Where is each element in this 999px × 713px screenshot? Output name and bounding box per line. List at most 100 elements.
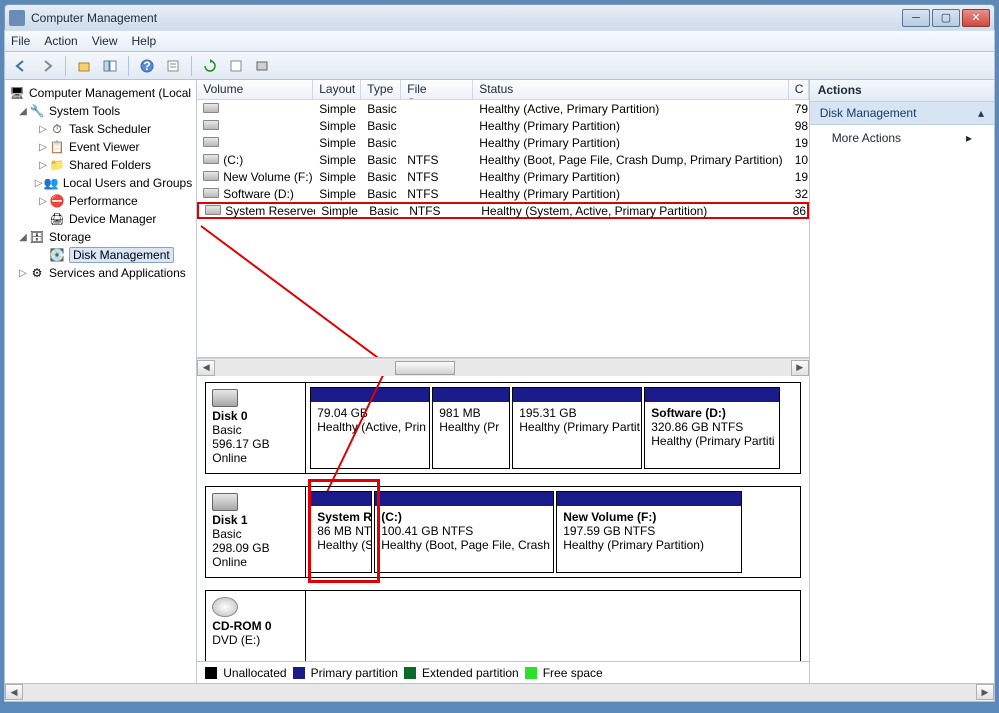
scroll-right-icon[interactable]: ▶ [791, 360, 809, 376]
partition[interactable]: Software (D:)320.86 GB NTFSHealthy (Prim… [644, 387, 780, 469]
maximize-button[interactable]: ▢ [932, 9, 960, 27]
tree-root[interactable]: 🖥Computer Management (Local [5, 84, 196, 102]
expand-icon[interactable]: ▷ [33, 178, 43, 189]
disk-icon: 💽 [49, 247, 65, 263]
menu-view[interactable]: View [92, 34, 118, 48]
users-icon: 👥 [44, 175, 59, 191]
scroll-track[interactable] [215, 360, 790, 376]
forward-button[interactable] [37, 56, 57, 76]
tools-icon: 🔧 [29, 103, 45, 119]
disk-row-cdrom[interactable]: CD-ROM 0 DVD (E:) No Media [205, 590, 800, 661]
scroll-left-icon[interactable]: ◀ [197, 360, 215, 376]
expand-icon[interactable]: ▷ [37, 124, 49, 135]
computer-icon: 🖥 [9, 85, 25, 101]
center-panel: Volume Layout Type File System Status C … [197, 80, 809, 683]
tree-storage[interactable]: ◢🗄Storage [5, 228, 196, 246]
volume-icon [203, 154, 219, 164]
volume-icon [203, 103, 219, 113]
clock-icon: ⏱ [49, 121, 65, 137]
scroll-track[interactable] [23, 684, 976, 701]
scroll-right-icon[interactable]: ▶ [976, 684, 994, 700]
legend-free: Free space [543, 666, 603, 680]
folder-icon: 📁 [49, 157, 65, 173]
volume-row[interactable]: SimpleBasicHealthy (Primary Partition)19 [197, 134, 808, 151]
volume-row[interactable]: System ReservedSimpleBasicNTFSHealthy (S… [197, 202, 808, 219]
tree-performance[interactable]: ▷⛔Performance [5, 192, 196, 210]
up-button[interactable] [74, 56, 94, 76]
minimize-button[interactable]: ─ [902, 9, 930, 27]
tree-task-scheduler[interactable]: ▷⏱Task Scheduler [5, 120, 196, 138]
refresh-button[interactable] [200, 56, 220, 76]
cdrom-icon [212, 597, 238, 617]
scroll-left-icon[interactable]: ◀ [5, 684, 23, 700]
tree-system-tools[interactable]: ◢🔧System Tools [5, 102, 196, 120]
properties-button[interactable] [163, 56, 183, 76]
disk-graphical-area: System partition Disk 0 Basic 596.17 GB … [197, 376, 808, 661]
list-button[interactable] [226, 56, 246, 76]
legend: Unallocated Primary partition Extended p… [197, 661, 808, 683]
show-hide-tree-button[interactable] [100, 56, 120, 76]
actions-more[interactable]: More Actions ▸ [810, 125, 994, 151]
partition[interactable]: 79.04 GBHealthy (Active, Prin [310, 387, 430, 469]
submenu-icon: ▸ [966, 131, 972, 145]
titlebar: Computer Management ─ ▢ ✕ [4, 4, 995, 30]
volume-hscroll[interactable]: ◀ ▶ [197, 358, 808, 376]
col-type[interactable]: Type [361, 80, 401, 99]
tree-device-manager[interactable]: 🖨Device Manager [5, 210, 196, 228]
col-fs[interactable]: File System [401, 80, 473, 99]
tree-services[interactable]: ▷⚙Services and Applications [5, 264, 196, 282]
legend-unalloc: Unallocated [223, 666, 286, 680]
col-status[interactable]: Status [473, 80, 788, 99]
legend-swatch-unalloc [205, 667, 217, 679]
col-c[interactable]: C [789, 80, 809, 99]
collapse-icon[interactable]: ◢ [17, 232, 29, 243]
disk-1-partitions: System R86 MB NTIHealthy (S (C:)100.41 G… [306, 487, 799, 577]
collapse-icon: ▴ [978, 106, 984, 120]
menu-help[interactable]: Help [132, 34, 157, 48]
settings-button[interactable] [252, 56, 272, 76]
legend-ext: Extended partition [422, 666, 519, 680]
disk-info-cdrom: CD-ROM 0 DVD (E:) No Media [206, 591, 306, 661]
expand-icon[interactable]: ▷ [37, 142, 49, 153]
expand-icon[interactable]: ▷ [37, 196, 49, 207]
partition[interactable]: 981 MBHealthy (Pr [432, 387, 510, 469]
device-icon: 🖨 [49, 211, 65, 227]
partition[interactable]: System R86 MB NTIHealthy (S [310, 491, 372, 573]
window-title: Computer Management [31, 11, 902, 25]
main-area: 🖥Computer Management (Local ◢🔧System Too… [4, 80, 995, 684]
actions-header: Actions [810, 80, 994, 102]
partition[interactable]: (C:)100.41 GB NTFSHealthy (Boot, Page Fi… [374, 491, 554, 573]
tree-shared-folders[interactable]: ▷📁Shared Folders [5, 156, 196, 174]
volume-icon [203, 188, 219, 198]
menu-file[interactable]: File [11, 34, 30, 48]
legend-swatch-primary [293, 667, 305, 679]
expand-icon[interactable]: ▷ [37, 160, 49, 171]
volume-row[interactable]: Software (D:)SimpleBasicNTFSHealthy (Pri… [197, 185, 808, 202]
collapse-icon[interactable]: ◢ [17, 106, 29, 117]
volume-row[interactable]: SimpleBasicHealthy (Primary Partition)98 [197, 117, 808, 134]
partition[interactable]: 195.31 GBHealthy (Primary Partit [512, 387, 642, 469]
tree-event-viewer[interactable]: ▷📋Event Viewer [5, 138, 196, 156]
scroll-thumb[interactable] [395, 361, 455, 375]
help-button[interactable]: ? [137, 56, 157, 76]
col-volume[interactable]: Volume [197, 80, 313, 99]
disk-row-0[interactable]: Disk 0 Basic 596.17 GB Online 79.04 GBHe… [205, 382, 800, 474]
volume-row[interactable]: (C:)SimpleBasicNTFSHealthy (Boot, Page F… [197, 151, 808, 168]
col-layout[interactable]: Layout [313, 80, 361, 99]
tree-disk-management[interactable]: 💽Disk Management [5, 246, 196, 264]
bottom-hscroll[interactable]: ◀ ▶ [4, 684, 995, 702]
volume-row[interactable]: SimpleBasicHealthy (Active, Primary Part… [197, 100, 808, 117]
back-button[interactable] [11, 56, 31, 76]
tree-local-users[interactable]: ▷👥Local Users and Groups [5, 174, 196, 192]
event-icon: 📋 [49, 139, 65, 155]
expand-icon[interactable]: ▷ [17, 268, 29, 279]
volume-icon [205, 205, 221, 215]
menu-action[interactable]: Action [44, 34, 77, 48]
volume-icon [203, 137, 219, 147]
svg-text:?: ? [143, 59, 150, 73]
volume-row[interactable]: New Volume (F:)SimpleBasicNTFSHealthy (P… [197, 168, 808, 185]
disk-row-1[interactable]: Disk 1 Basic 298.09 GB Online System R86… [205, 486, 800, 578]
actions-section[interactable]: Disk Management ▴ [810, 102, 994, 125]
partition[interactable]: New Volume (F:)197.59 GB NTFSHealthy (Pr… [556, 491, 742, 573]
close-button[interactable]: ✕ [962, 9, 990, 27]
